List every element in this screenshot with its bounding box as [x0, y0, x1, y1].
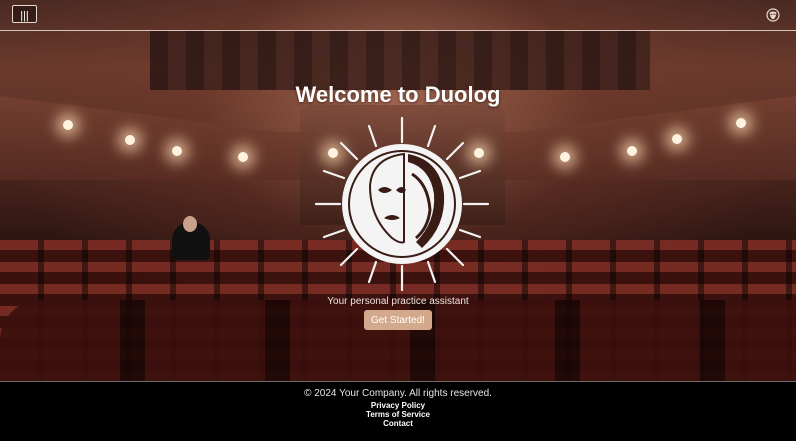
footer-links: Privacy Policy Terms of Service Contact	[0, 401, 796, 428]
contact-link[interactable]: Contact	[0, 419, 796, 428]
copyright-text: © 2024 Your Company. All rights reserved…	[304, 388, 492, 399]
profile-button[interactable]	[765, 7, 781, 23]
header-divider	[0, 30, 796, 31]
tagline: Your personal practice assistant	[327, 296, 469, 307]
terms-of-service-link[interactable]: Terms of Service	[0, 410, 796, 419]
seated-person-head	[183, 216, 197, 232]
wall-lamp	[172, 146, 182, 156]
theater-mask-icon	[766, 8, 780, 22]
wall-lamp	[63, 120, 73, 130]
wall-lamp	[238, 152, 248, 162]
wall-lamp	[736, 118, 746, 128]
theater-mask-sun-logo	[314, 116, 490, 292]
page-title: Welcome to Duolog	[295, 82, 501, 107]
wall-lamp	[672, 134, 682, 144]
footer: © 2024 Your Company. All rights reserved…	[0, 381, 796, 441]
hamburger-icon: |||	[20, 10, 29, 22]
privacy-policy-link[interactable]: Privacy Policy	[0, 401, 796, 410]
wall-lamp	[560, 152, 570, 162]
wall-lamp	[627, 146, 637, 156]
get-started-button[interactable]: Get Started!	[364, 310, 432, 330]
menu-button[interactable]: |||	[12, 5, 37, 23]
wall-lamp	[125, 135, 135, 145]
theater-ceiling	[150, 30, 650, 90]
